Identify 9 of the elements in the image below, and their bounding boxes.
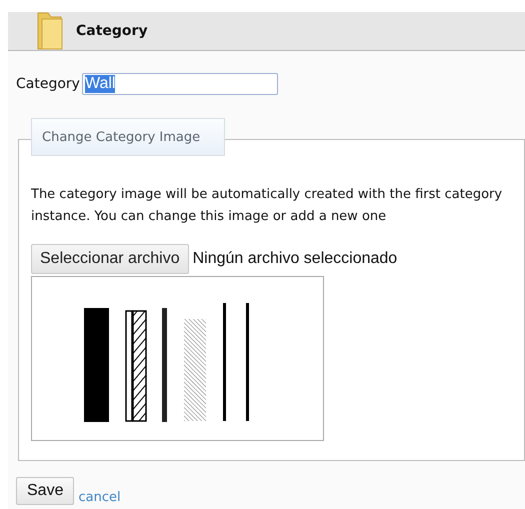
description-text: The category image will be automatically created with the first category instance. You can change this image or add a new one <box>31 186 504 226</box>
choose-file-button[interactable]: Seleccionar archivo <box>31 244 189 274</box>
save-button[interactable]: Save <box>16 477 74 505</box>
page-title: Category <box>76 23 148 39</box>
file-status-text: Ningún archivo seleccionado <box>192 250 398 268</box>
cancel-link[interactable]: cancel <box>78 490 121 505</box>
field-label: Category <box>16 76 80 92</box>
section-legend: Change Category Image <box>31 118 225 156</box>
category-field[interactable]: Wall <box>82 73 278 95</box>
